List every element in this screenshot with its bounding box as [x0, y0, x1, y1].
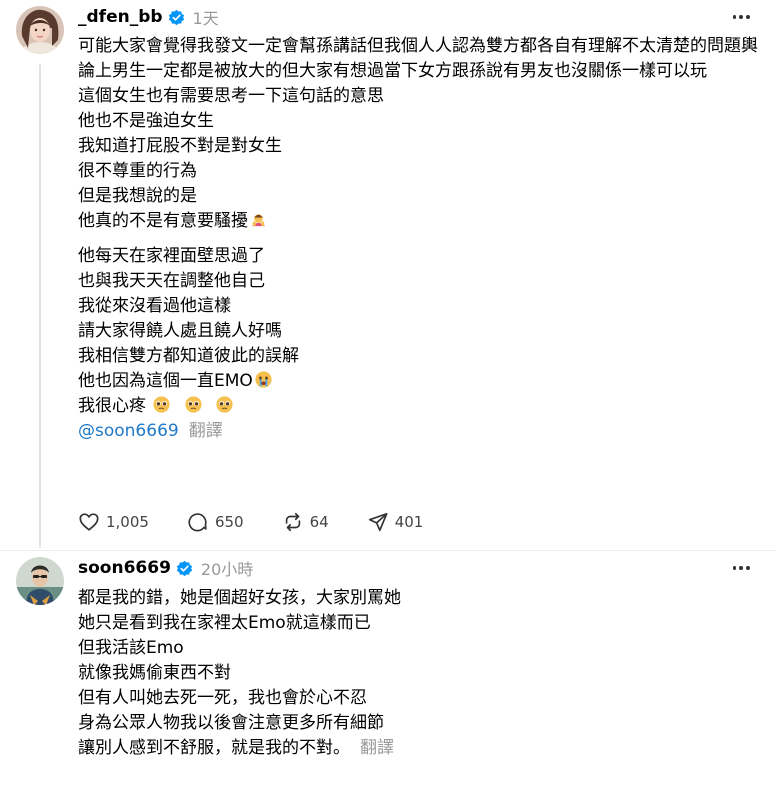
post-header: _dfen_bb 1天: [78, 5, 219, 29]
more-options-button[interactable]: [731, 7, 751, 27]
person-bowing-emoji-icon: [251, 214, 266, 227]
post-text: 他真的不是有意要騷擾: [78, 211, 248, 231]
post-text-line: 我從來沒看過他這樣: [78, 296, 231, 316]
verified-badge-icon: [176, 560, 193, 576]
post-text-line: 她只是看到我在家裡太Emo就這樣而已: [78, 613, 371, 633]
like-count: 1,005: [106, 513, 149, 531]
comment-button[interactable]: 650: [187, 511, 244, 533]
repost-count: 64: [309, 513, 329, 531]
repost-button[interactable]: 64: [282, 511, 329, 533]
post-text-line: 我知道打屁股不對是對女生: [78, 136, 282, 156]
more-options-button[interactable]: [731, 558, 751, 578]
thread-line: [39, 64, 41, 548]
share-count: 401: [394, 513, 424, 531]
post-text-line: 他每天在家裡面壁思過了: [78, 246, 265, 266]
post-text-line-emoji: 他真的不是有意要騷擾: [78, 209, 758, 234]
mention-link[interactable]: @soon6669: [78, 421, 179, 441]
post-text-line-emoji: 他也因為這個一直EMO: [78, 369, 758, 394]
more-icon: [732, 15, 737, 19]
comment-count: 650: [214, 513, 244, 531]
post-header: soon6669 20小時: [78, 556, 253, 580]
post-text-line: 這個女生也有需要思考一下這句話的意思: [78, 86, 384, 106]
post-text-line: 讓別人感到不舒服，就是我的不對。 翻譯: [78, 736, 758, 761]
avatar-dfen[interactable]: [16, 6, 64, 54]
share-icon: [368, 512, 388, 532]
post-text-line: 身為公眾人物我以後會注意更多所有細節: [78, 713, 384, 733]
post-text-line-emoji: 我很心疼: [78, 394, 758, 419]
post-body: 可能大家會覺得我發文一定會幫孫講話但我個人人認為雙方都各自有理解不太清楚的問題輿…: [78, 34, 758, 444]
post-time: 1天: [192, 9, 219, 28]
pleading-face-emoji-icon: [185, 396, 202, 413]
action-bar: 1,005 650 64 401: [78, 509, 461, 535]
post-text-line: 但我活該Emo: [78, 638, 184, 658]
post-text: 讓別人感到不舒服，就是我的不對。: [78, 738, 350, 758]
post-text-line: 我相信雙方都知道彼此的誤解: [78, 346, 299, 366]
post-time: 20小時: [200, 560, 254, 579]
post-divider: [0, 550, 775, 551]
post-text-line: 請大家得饒人處且饒人好嗎: [78, 321, 282, 341]
translate-link[interactable]: 翻譯: [360, 738, 394, 758]
repost-icon: [285, 512, 300, 532]
share-button[interactable]: 401: [367, 511, 424, 533]
username[interactable]: _dfen_bb: [78, 7, 163, 27]
post-text-line: 但有人叫她去死一死，我也會於心不忍: [78, 688, 367, 708]
pleading-face-emoji-icon: [216, 396, 233, 413]
username[interactable]: soon6669: [78, 558, 171, 578]
post-text-line: 都是我的錯，她是個超好女孩，大家別罵她: [78, 588, 401, 608]
post-text-line: 很不尊重的行為: [78, 161, 197, 181]
post-text-line: 就像我媽偷東西不對: [78, 663, 231, 683]
verified-badge-icon: [168, 9, 184, 25]
post-body: 都是我的錯，她是個超好女孩，大家別罵她 她只是看到我在家裡太Emo就這樣而已 但…: [78, 586, 758, 761]
heart-icon: [79, 513, 99, 531]
pleading-face-emoji-icon: [153, 396, 170, 413]
post-text: 我很心疼: [78, 396, 146, 416]
post-text-line: 他也不是強迫女生: [78, 111, 214, 131]
translate-link[interactable]: 翻譯: [189, 421, 223, 441]
post-text-line: 可能大家會覺得我發文一定會幫孫講話但我個人人認為雙方都各自有理解不太清楚的問題輿…: [78, 36, 758, 81]
more-icon: [732, 566, 737, 570]
like-button[interactable]: 1,005: [78, 511, 149, 533]
avatar-soon[interactable]: [16, 557, 64, 605]
post-text-line: 但是我想說的是: [78, 186, 197, 206]
crying-face-emoji-icon: [255, 371, 272, 388]
post-text-line: 也與我天天在調整他自己: [78, 271, 265, 291]
comment-icon: [188, 513, 207, 532]
mention-line: @soon6669 翻譯: [78, 419, 758, 444]
post-text: 他也因為這個一直EMO: [78, 371, 253, 391]
